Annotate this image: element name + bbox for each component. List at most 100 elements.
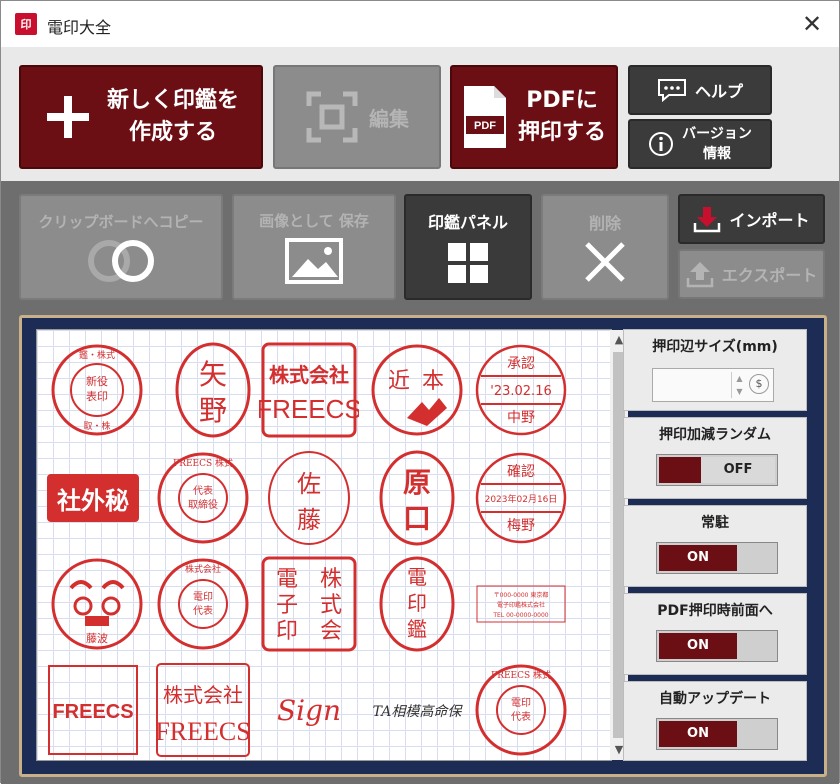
svg-text:〒000-0000 東京都: 〒000-0000 東京都 <box>494 591 549 599</box>
stamp-oval-yano[interactable]: 矢 野 <box>163 340 263 440</box>
edit-button[interactable]: 編集 <box>273 65 441 169</box>
svg-text:株式会社: 株式会社 <box>185 563 221 575</box>
spin-arrows[interactable]: ▲ ▼ <box>731 372 747 398</box>
stamp-oval-denin[interactable]: 電 印 鑑 <box>367 554 467 654</box>
auto-update-state: ON <box>659 721 737 747</box>
title-bar: 印 電印大全 ✕ <box>1 1 839 47</box>
help-label: ヘルプ <box>694 82 743 101</box>
stamp-size-label: 押印辺サイズ(mm) <box>652 339 778 355</box>
random-toggle[interactable]: OFF <box>656 454 778 486</box>
pdf-stamp-button[interactable]: PDF PDFに 押印する <box>450 65 618 169</box>
import-button[interactable]: インポート <box>678 194 825 244</box>
svg-text:電子印鑑株式会社: 電子印鑑株式会社 <box>497 601 545 609</box>
stamp-round-representative[interactable]: 代表 取締役 FREECS 株式 <box>153 448 253 548</box>
svg-text:式: 式 <box>320 593 342 618</box>
close-button[interactable]: ✕ <box>795 7 829 41</box>
svg-text:原: 原 <box>403 466 431 499</box>
seal-panel-button[interactable]: 印鑑パネル <box>404 194 532 300</box>
new-seal-button[interactable]: 新しく印鑑を 作成する <box>19 65 263 169</box>
svg-text:社外秘: 社外秘 <box>57 487 129 515</box>
download-icon <box>694 207 721 233</box>
svg-text:会: 会 <box>320 619 342 644</box>
svg-text:鑑: 鑑 <box>407 617 427 641</box>
copy-clipboard-button[interactable]: クリップボードへコピー <box>19 194 223 300</box>
secondary-toolbar: クリップボードへコピー 画像として 保存 印鑑パネル 削除 インポート エクスポ… <box>1 181 839 311</box>
svg-text:電: 電 <box>276 567 298 592</box>
svg-text:株: 株 <box>320 567 342 592</box>
svg-text:FREECS 株式: FREECS 株式 <box>173 457 233 469</box>
svg-text:鑑・株式: 鑑・株式 <box>79 349 115 361</box>
pdf-front-card: PDF押印時前面へ ON <box>623 593 807 675</box>
stamp-round-chikamoto[interactable]: 近 本 <box>367 340 467 440</box>
svg-text:代表: 代表 <box>193 484 213 497</box>
svg-text:電: 電 <box>407 565 427 589</box>
stamp-date-nakano[interactable]: 承認 '23.02.16 中野 <box>471 340 571 440</box>
export-button[interactable]: エクスポート <box>678 249 825 299</box>
svg-text:矢: 矢 <box>199 358 227 391</box>
resident-label: 常駐 <box>701 515 729 531</box>
stamp-round-denin[interactable]: 電印 代表 株式会社 <box>153 554 253 654</box>
stamp-round-fujinami[interactable]: 藤波 <box>47 554 147 654</box>
stamp-square-freecs[interactable]: 株式会社 FREECS <box>259 340 359 440</box>
stamp-signature-dark[interactable]: TA相模高命保 <box>367 660 467 760</box>
pdf-stamp-label-2: 押印する <box>517 120 606 145</box>
x-icon <box>585 242 625 282</box>
delete-button[interactable]: 削除 <box>541 194 669 300</box>
auto-update-toggle[interactable]: ON <box>656 718 778 750</box>
import-label: インポート <box>729 211 810 230</box>
info-icon <box>649 132 674 156</box>
svg-text:取・株: 取・株 <box>83 420 110 432</box>
app-logo-icon: 印 <box>15 13 37 35</box>
svg-text:藤: 藤 <box>297 506 321 534</box>
workspace: 新役 表印 鑑・株式 取・株 矢 野 株式会社 FREECS 近 本 承認 '2… <box>1 311 839 784</box>
edit-label: 編集 <box>369 106 409 131</box>
pdf-front-state: ON <box>659 633 737 659</box>
resident-state: ON <box>659 545 737 571</box>
stamp-round-company[interactable]: 新役 表印 鑑・株式 取・株 <box>47 340 147 440</box>
stamp-square-freecs-2[interactable]: 株式会社 FREECS <box>153 660 253 760</box>
svg-text:Sign: Sign <box>277 694 341 727</box>
stamp-square-denshi[interactable]: 電 子 印 株 式 会 <box>259 554 359 654</box>
svg-text:'23.02.16: '23.02.16 <box>490 384 551 399</box>
app-window: 印 電印大全 ✕ 新しく印鑑を 作成する 編集 PDF PDFに 押印する ヘル… <box>0 0 840 784</box>
stamp-size-dropdown-icon[interactable]: $ <box>749 374 769 394</box>
svg-text:代表: 代表 <box>193 604 213 617</box>
scan-frame-icon <box>306 91 358 143</box>
stamp-size-input[interactable]: ▲ ▼ $ <box>652 368 774 402</box>
overlapping-rings-icon <box>88 239 154 282</box>
pdf-front-label: PDF押印時前面へ <box>657 603 773 619</box>
version-label-2: 情報 <box>702 146 731 162</box>
stamp-address[interactable]: 〒000-0000 東京都 電子印鑑株式会社 TEL 00-0000-0000 <box>471 554 571 654</box>
stamp-rect-freecs[interactable]: FREECS <box>43 660 143 760</box>
seal-panel: 新役 表印 鑑・株式 取・株 矢 野 株式会社 FREECS 近 本 承認 '2… <box>19 315 827 777</box>
stamp-round-freecs[interactable]: 電印 代表 FREECS 株式 <box>471 660 571 760</box>
svg-text:FREECS 株式: FREECS 株式 <box>491 669 551 681</box>
svg-text:代表: 代表 <box>511 710 531 723</box>
save-image-button[interactable]: 画像として 保存 <box>232 194 396 300</box>
svg-text:電印: 電印 <box>511 697 531 709</box>
version-button[interactable]: バージョン 情報 <box>628 119 772 169</box>
svg-text:近: 近 <box>388 369 410 394</box>
new-seal-label-1: 新しく印鑑を <box>106 88 239 113</box>
resident-toggle[interactable]: ON <box>656 542 778 574</box>
pdf-stamp-label-1: PDFに <box>526 88 598 113</box>
help-button[interactable]: ヘルプ <box>628 65 772 115</box>
plus-icon <box>46 96 89 138</box>
stamp-date-umeno[interactable]: 確認 2023年02月16日 梅野 <box>471 448 571 548</box>
svg-text:野: 野 <box>199 394 227 427</box>
svg-text:FREECS: FREECS <box>155 717 250 746</box>
svg-text:子: 子 <box>276 593 298 618</box>
stamp-confidential[interactable]: 社外秘 <box>43 448 143 548</box>
window-title: 電印大全 <box>47 18 112 37</box>
export-label: エクスポート <box>721 266 818 285</box>
grid-icon <box>448 243 488 283</box>
stamp-oval-sato[interactable]: 佐 藤 <box>259 448 359 548</box>
svg-text:電印: 電印 <box>193 591 213 603</box>
image-icon <box>285 237 343 284</box>
svg-text:梅野: 梅野 <box>507 518 535 534</box>
stamp-sign[interactable]: Sign <box>259 660 359 760</box>
new-seal-label-2: 作成する <box>128 120 217 145</box>
stamp-oval-haraguchi[interactable]: 原 口 <box>367 448 467 548</box>
svg-text:口: 口 <box>403 502 431 535</box>
pdf-front-toggle[interactable]: ON <box>656 630 778 662</box>
